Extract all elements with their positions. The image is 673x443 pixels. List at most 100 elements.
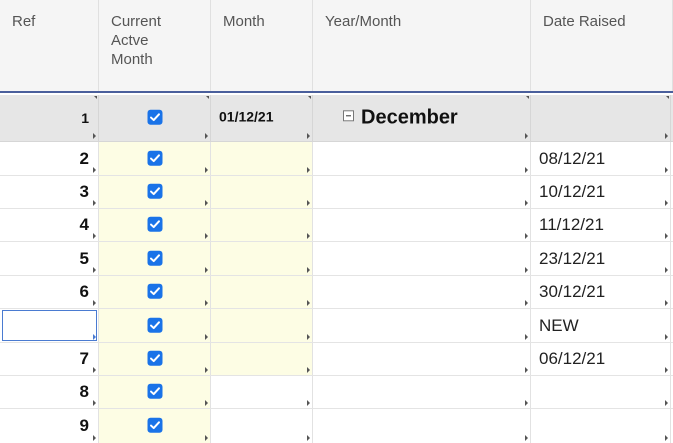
cell-date-raised[interactable]: 23/12/21	[531, 242, 671, 275]
cell-marker-icon	[525, 167, 528, 173]
collapse-group-icon[interactable]	[343, 110, 354, 122]
cell-month[interactable]	[211, 376, 313, 408]
column-header-current-active-month[interactable]: Current Actve Month	[99, 0, 211, 91]
cell-selection-outline[interactable]	[2, 310, 97, 341]
checkbox-checked-icon[interactable]	[147, 317, 162, 333]
table-row[interactable]: 6 30/12/21	[0, 276, 673, 309]
cell-year-month[interactable]	[313, 409, 531, 443]
cell-date-raised[interactable]: NEW	[531, 309, 671, 342]
cell-date-raised[interactable]	[531, 95, 671, 141]
cell-month[interactable]	[211, 142, 313, 175]
cell-ref[interactable]: 6	[0, 276, 99, 308]
table-row[interactable]: 4 11/12/21	[0, 209, 673, 242]
column-header-year-month[interactable]: Year/Month	[313, 0, 531, 91]
cell-year-month[interactable]	[313, 376, 531, 408]
table-row[interactable]: 3 10/12/21	[0, 176, 673, 209]
cell-marker-icon	[307, 300, 310, 306]
table-row[interactable]: 2 08/12/21	[0, 142, 673, 176]
column-header-month[interactable]: Month	[211, 0, 313, 91]
cell-current-active-month[interactable]	[99, 142, 211, 175]
cell-date-raised[interactable]: 10/12/21	[531, 176, 671, 208]
cell-month[interactable]	[211, 276, 313, 308]
cell-marker-icon	[665, 435, 668, 441]
column-header-ref[interactable]: Ref	[0, 0, 99, 91]
header-label: Date Raised	[543, 13, 626, 30]
cell-date-raised[interactable]: 08/12/21	[531, 142, 671, 175]
ref-value: 2	[79, 148, 89, 168]
cell-current-active-month[interactable]	[99, 276, 211, 308]
cell-ref[interactable]: 4	[0, 209, 99, 241]
ref-value: 9	[79, 416, 89, 435]
cell-current-active-month[interactable]	[99, 242, 211, 275]
cell-marker-icon	[93, 233, 96, 239]
table-row[interactable]: 9	[0, 409, 673, 443]
cell-marker-icon	[665, 233, 668, 239]
ref-value: 6	[79, 282, 89, 301]
cell-year-month[interactable]	[313, 343, 531, 375]
cell-current-active-month[interactable]	[99, 95, 211, 141]
group-row-december[interactable]: 1 01/12/21 December	[0, 95, 673, 142]
checkbox-checked-icon[interactable]	[147, 109, 162, 125]
cell-marker-icon	[93, 133, 96, 139]
cell-ref[interactable]: 3	[0, 176, 99, 208]
cell-year-month[interactable]	[313, 176, 531, 208]
cell-date-raised[interactable]: 11/12/21	[531, 209, 671, 241]
cell-current-active-month[interactable]	[99, 209, 211, 241]
cell-date-raised[interactable]: 30/12/21	[531, 276, 671, 308]
table-row[interactable]: 5 23/12/21	[0, 242, 673, 276]
cell-marker-icon	[665, 133, 668, 139]
checkbox-checked-icon[interactable]	[147, 283, 162, 299]
cell-year-month[interactable]: December	[313, 95, 531, 141]
cell-current-active-month[interactable]	[99, 409, 211, 443]
cell-date-raised[interactable]: 06/12/21	[531, 343, 671, 375]
cell-marker-icon	[93, 400, 96, 406]
checkbox-checked-icon[interactable]	[147, 383, 162, 399]
cell-month[interactable]: 01/12/21	[211, 95, 313, 141]
table-row[interactable]: 7 06/12/21	[0, 343, 673, 376]
date-value: 06/12/21	[539, 349, 606, 368]
checkbox-checked-icon[interactable]	[147, 150, 162, 166]
cell-month[interactable]	[211, 176, 313, 208]
cell-ref[interactable]: 1	[0, 95, 99, 141]
cell-year-month[interactable]	[313, 142, 531, 175]
cell-year-month[interactable]	[313, 242, 531, 275]
cell-month[interactable]	[211, 309, 313, 342]
cell-year-month[interactable]	[313, 276, 531, 308]
cell-current-active-month[interactable]	[99, 176, 211, 208]
cell-ref[interactable]: 9	[0, 409, 99, 443]
cell-marker-icon	[666, 96, 669, 99]
cell-marker-icon	[525, 400, 528, 406]
cell-month[interactable]	[211, 343, 313, 375]
checkbox-checked-icon[interactable]	[147, 417, 162, 433]
cell-year-month[interactable]	[313, 309, 531, 342]
cell-month[interactable]	[211, 409, 313, 443]
date-value: 23/12/21	[539, 248, 606, 268]
cell-current-active-month[interactable]	[99, 343, 211, 375]
cell-ref-selected[interactable]	[0, 309, 99, 342]
cell-date-raised[interactable]	[531, 376, 671, 408]
column-header-date-raised[interactable]: Date Raised	[531, 0, 673, 91]
checkbox-checked-icon[interactable]	[147, 350, 162, 366]
cell-ref[interactable]: 8	[0, 376, 99, 408]
cell-ref[interactable]: 7	[0, 343, 99, 375]
checkbox-checked-icon[interactable]	[147, 216, 162, 232]
table-row[interactable]: 8	[0, 376, 673, 409]
cell-date-raised[interactable]	[531, 409, 671, 443]
cell-marker-icon	[307, 435, 310, 441]
checkbox-checked-icon[interactable]	[147, 250, 162, 266]
cell-current-active-month[interactable]	[99, 309, 211, 342]
cell-current-active-month[interactable]	[99, 376, 211, 408]
cell-marker-icon	[525, 133, 528, 139]
cell-month[interactable]	[211, 242, 313, 275]
cell-marker-icon	[307, 400, 310, 406]
cell-year-month[interactable]	[313, 209, 531, 241]
cell-ref[interactable]: 5	[0, 242, 99, 275]
cell-marker-icon	[307, 367, 310, 373]
cell-month[interactable]	[211, 209, 313, 241]
cell-ref[interactable]: 2	[0, 142, 99, 175]
cell-marker-icon	[525, 267, 528, 273]
table-row-new[interactable]: NEW	[0, 309, 673, 343]
checkbox-checked-icon[interactable]	[147, 183, 162, 199]
ref-value: 5	[79, 248, 89, 268]
ref-value: 7	[79, 349, 89, 368]
